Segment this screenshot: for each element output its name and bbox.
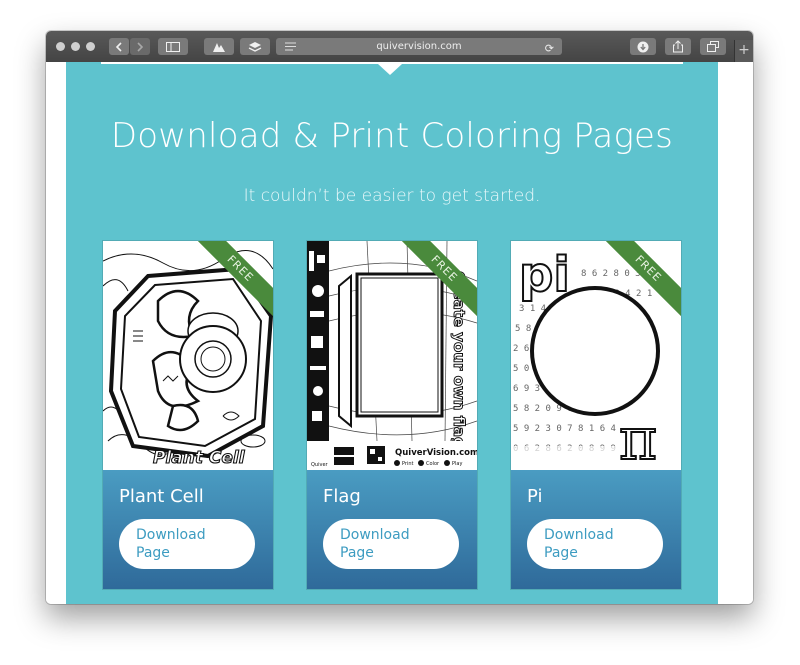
extension-button[interactable] — [204, 38, 234, 55]
chevron-left-icon — [115, 41, 122, 52]
reader-view-icon[interactable] — [285, 42, 296, 51]
forward-button[interactable] — [130, 38, 150, 55]
card-footer: Flag Download Page — [307, 470, 477, 589]
share-icon — [673, 40, 683, 53]
download-page-button[interactable]: Download Page — [323, 519, 459, 569]
share-button[interactable] — [665, 38, 691, 55]
svg-text:5 9 2 3 0 7 8 1 6 4: 5 9 2 3 0 7 8 1 6 4 — [513, 424, 616, 434]
back-button[interactable] — [109, 38, 129, 55]
minimize-window-dot[interactable] — [71, 42, 80, 51]
browser-window: quivervision.com ⟳ + Download & Print Co… — [46, 31, 753, 604]
section-subtitle: It couldn’t be easier to get started. — [243, 186, 541, 206]
new-tab-button[interactable]: + — [734, 40, 753, 62]
browser-toolbar: quivervision.com ⟳ + — [46, 31, 753, 63]
tabs-icon — [707, 41, 719, 52]
sidebar-button[interactable] — [158, 38, 188, 55]
card-plant-cell: Plant Cell FREE Plant Cell Download Page — [103, 241, 273, 589]
layers-icon — [248, 41, 262, 52]
close-window-dot[interactable] — [56, 42, 65, 51]
section-title: Download & Print Coloring Pages — [110, 116, 674, 156]
url-text: quivervision.com — [376, 41, 462, 52]
page-viewport: Download & Print Coloring Pages It could… — [46, 62, 753, 604]
card-title: Pi — [527, 486, 543, 507]
flag-art-footer: QuiverVision.com — [395, 448, 477, 458]
download-icon — [637, 41, 649, 52]
downloads-button[interactable] — [630, 38, 656, 55]
pi-preview[interactable]: 3 1 4 1 5 9 2 6 5 3 5 8 9 7 9 3 2 3 8 4 … — [511, 241, 681, 470]
download-page-button[interactable]: Download Page — [527, 519, 663, 569]
chevron-right-icon — [137, 41, 144, 52]
flag-preview[interactable]: Create your own flag! Quiver QuiverVisio… — [307, 241, 477, 470]
extension-flame-icon — [213, 42, 225, 52]
download-page-button[interactable]: Download Page — [119, 519, 255, 569]
flag-art-step-color: Color — [426, 461, 440, 467]
card-pi: 3 1 4 1 5 9 2 6 5 3 5 8 9 7 9 3 2 3 8 4 … — [511, 241, 681, 589]
plant-cell-art-text: Plant Cell — [153, 448, 246, 468]
card-title: Flag — [323, 486, 361, 507]
tab-overview-button[interactable] — [700, 38, 726, 55]
flag-art-step-play: Play — [452, 461, 462, 467]
nav-caret-indicator — [378, 64, 402, 75]
card-footer: Plant Cell Download Page — [103, 470, 273, 589]
plant-cell-preview[interactable]: Plant Cell FREE — [103, 241, 273, 470]
card-flag: Create your own flag! Quiver QuiverVisio… — [307, 241, 477, 589]
zoom-window-dot[interactable] — [86, 42, 95, 51]
card-footer: Pi Download Page — [511, 470, 681, 589]
coloring-pages-section: Download & Print Coloring Pages It could… — [66, 62, 718, 604]
address-bar[interactable]: quivervision.com ⟳ — [276, 38, 562, 55]
pi-art-symbol: π — [619, 405, 657, 470]
flag-art-step-print: Print — [402, 461, 414, 467]
layers-button[interactable] — [240, 38, 270, 55]
sidebar-icon — [166, 41, 180, 52]
reload-icon[interactable]: ⟳ — [545, 40, 554, 57]
card-title: Plant Cell — [119, 486, 204, 507]
svg-text:8 6 2 8 0 3: 8 6 2 8 0 3 — [581, 269, 641, 279]
flag-art-brand: Quiver — [311, 462, 329, 468]
pi-art-word: pi — [519, 247, 570, 303]
